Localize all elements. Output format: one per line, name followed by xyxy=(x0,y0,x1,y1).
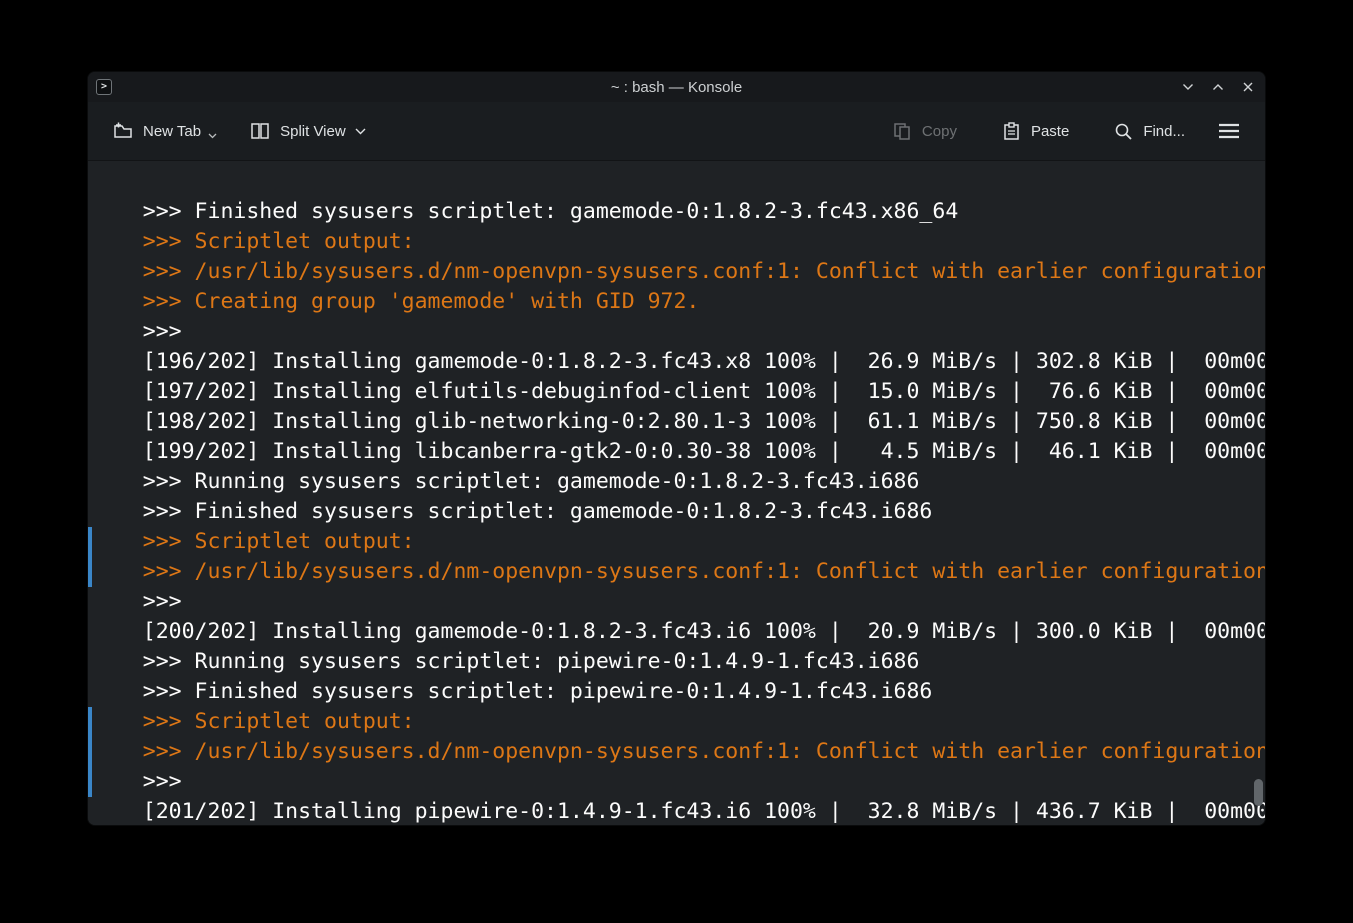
new-tab-icon xyxy=(112,120,134,142)
terminal-line: >>> Finished sysusers scriptlet: gamemod… xyxy=(91,467,1265,497)
copy-icon xyxy=(892,121,913,142)
toolbar: New Tab Split View Copy xyxy=(88,102,1265,161)
search-icon xyxy=(1113,121,1134,142)
terminal-line: >>> Scriptlet output: xyxy=(91,677,1265,707)
terminal-line: >>> /usr/lib/sysusers.d/nm-openvpn-sysus… xyxy=(91,707,1265,737)
paste-button[interactable]: Paste xyxy=(991,112,1079,151)
terminal-line: [197/202] Installing elfutils-debuginfod… xyxy=(91,347,1265,377)
window-controls xyxy=(1181,72,1255,102)
terminal-line: >>> Creating group 'gamemode' with GID 9… xyxy=(91,257,1265,287)
split-view-button[interactable]: Split View xyxy=(239,111,376,151)
terminal-line: >>> /usr/lib/sysusers.d/nm-openvpn-sysus… xyxy=(91,227,1265,257)
new-output-marker-icon xyxy=(88,737,92,767)
paste-icon xyxy=(1001,121,1022,142)
close-icon xyxy=(1241,80,1255,94)
window-title: ~ : bash — Konsole xyxy=(88,79,1265,96)
terminal-line: >>> Running sysusers scriptlet: gamemode… xyxy=(91,437,1265,467)
chevron-up-icon xyxy=(1211,80,1225,94)
new-tab-button[interactable]: New Tab xyxy=(102,111,227,151)
copy-label: Copy xyxy=(922,123,957,140)
terminal-line: [199/202] Installing libcanberra-gtk2-0:… xyxy=(91,407,1265,437)
find-button[interactable]: Find... xyxy=(1103,112,1195,151)
terminal-line: [201/202] Installing pipewire-0:1.4.9-1.… xyxy=(91,767,1265,797)
find-label: Find... xyxy=(1143,123,1185,140)
terminal-line: >>> xyxy=(91,287,1265,317)
terminal-line: >>> Finished sysusers scriptlet: pipewir… xyxy=(91,647,1265,677)
terminal-line: [198/202] Installing glib-networking-0:2… xyxy=(91,377,1265,407)
terminal-line: >>> /usr/lib/sysusers.d/nm-openvpn-sysus… xyxy=(91,527,1265,557)
new-output-marker-icon xyxy=(88,527,92,557)
chevron-down-icon xyxy=(1181,80,1195,94)
paste-label: Paste xyxy=(1031,123,1069,140)
terminal-line-text: [201/202] Installing pipewire-0:1.4.9-1.… xyxy=(143,799,1265,824)
terminal-line: >>> Running sysusers scriptlet: pipewire… xyxy=(91,617,1265,647)
new-output-marker-icon xyxy=(88,557,92,587)
terminal-line: [196/202] Installing gamemode-0:1.8.2-3.… xyxy=(91,317,1265,347)
terminal-line: >>> Scriptlet output: xyxy=(91,197,1265,227)
terminal-line: >>> xyxy=(91,557,1265,587)
maximize-button[interactable] xyxy=(1211,80,1225,94)
split-view-icon xyxy=(249,120,271,142)
terminal-output[interactable]: >>> Finished sysusers scriptlet: gamemod… xyxy=(88,161,1265,825)
chevron-down-icon xyxy=(208,133,217,139)
hamburger-menu-button[interactable] xyxy=(1207,112,1251,150)
scrollbar-thumb[interactable] xyxy=(1254,779,1263,806)
terminal-line: >>> Scriptlet output: xyxy=(91,497,1265,527)
minimize-button[interactable] xyxy=(1181,80,1195,94)
new-output-marker-icon xyxy=(88,767,92,797)
split-view-label: Split View xyxy=(280,123,346,140)
copy-button: Copy xyxy=(882,112,967,151)
new-output-marker-icon xyxy=(88,707,92,737)
new-tab-label: New Tab xyxy=(143,123,201,140)
close-button[interactable] xyxy=(1241,80,1255,94)
terminal-line: >>> Finished sysusers scriptlet: gamemod… xyxy=(91,167,1265,197)
window-titlebar[interactable]: > ~ : bash — Konsole xyxy=(88,72,1265,102)
terminal-line: [200/202] Installing gamemode-0:1.8.2-3.… xyxy=(91,587,1265,617)
terminal-line: >>> xyxy=(91,737,1265,767)
chevron-down-icon xyxy=(355,128,366,135)
konsole-window: > ~ : bash — Konsole xyxy=(88,72,1265,825)
hamburger-icon xyxy=(1217,121,1241,141)
